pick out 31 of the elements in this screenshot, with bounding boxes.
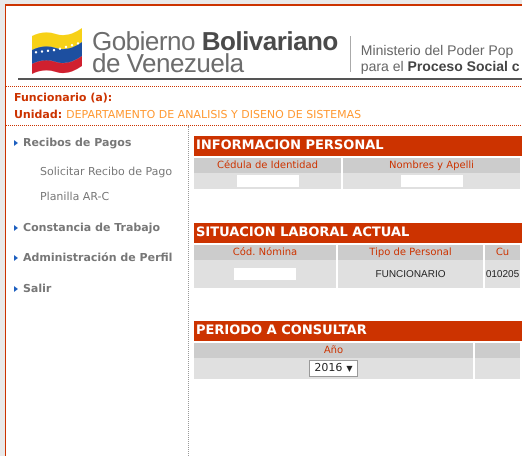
ministry-name-line: para el Proceso Social c: [360, 58, 520, 74]
unidad-value: DEPARTAMENTO DE ANALISIS Y DISENO DE SISTEMAS: [66, 108, 362, 121]
menu-item[interactable]: Recibos de Pagos: [23, 135, 132, 152]
section-title: PERIODO A CONSULTAR: [194, 321, 522, 341]
column-header: Cód. Nómina: [194, 243, 338, 260]
cell-text: 010205: [486, 268, 520, 282]
year-select[interactable]: 2016 ▼: [309, 360, 358, 377]
column-header: Año: [194, 341, 475, 358]
column-header: Cédula de Identidad: [194, 156, 343, 173]
chevron-icon: [14, 255, 18, 262]
redacted-block: [234, 268, 296, 280]
chevron-icon: [14, 140, 18, 146]
column-header: Tipo de Personal: [338, 243, 485, 260]
chevron-icon: [14, 286, 18, 292]
logo-title: Gobierno Bolivariano: [92, 30, 338, 52]
ministry-name: Ministerio del Poder Pop: [360, 42, 514, 58]
submenu-item[interactable]: Planilla AR-C: [40, 189, 188, 206]
menu-item[interactable]: Constancia de Trabajo: [23, 220, 160, 236]
section-title: SITUACION LABORAL ACTUAL: [194, 223, 522, 243]
submenu-item[interactable]: Solicitar Recibo de Pago: [40, 164, 188, 180]
menu-item[interactable]: Administración de Perfil: [23, 250, 172, 266]
column-header: Nombres y Apelli: [343, 156, 522, 173]
column-header: Cu: [485, 243, 522, 260]
column-header: [475, 341, 522, 358]
section-title: INFORMACION PERSONAL: [194, 136, 522, 156]
cell-text: FUNCIONARIO: [376, 268, 446, 282]
funcionario-label: Funcionario (a):: [14, 91, 114, 104]
logo-subtitle: de Venezuela: [92, 52, 244, 74]
chevron-icon: [14, 224, 18, 231]
unidad-label: Unidad:: [14, 108, 62, 121]
menu-item[interactable]: Salir: [23, 280, 52, 297]
